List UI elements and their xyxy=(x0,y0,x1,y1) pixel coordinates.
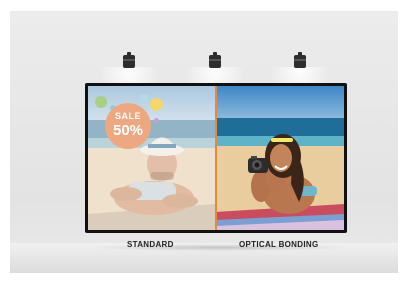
label-optical-bonding: OPTICAL BONDING xyxy=(239,240,319,249)
spotlight-right-icon xyxy=(294,52,306,69)
split-divider xyxy=(215,86,217,230)
sale-label: SALE xyxy=(114,111,141,121)
decor-dot-purple xyxy=(154,118,159,123)
display-panel: SALE 50% xyxy=(85,83,347,233)
sale-badge: SALE 50% xyxy=(105,103,151,149)
display-screen: SALE 50% xyxy=(88,86,344,230)
sale-discount: 50% xyxy=(112,122,144,139)
label-standard: STANDARD xyxy=(127,240,174,249)
optical-bonding-beach-photo xyxy=(215,86,344,230)
decor-dot-lightblue xyxy=(140,94,148,102)
decor-dot-green xyxy=(95,96,107,108)
spotlight-left-icon xyxy=(123,52,135,69)
decor-dot-yellow xyxy=(150,98,163,111)
spotlight-center-icon xyxy=(209,52,221,69)
